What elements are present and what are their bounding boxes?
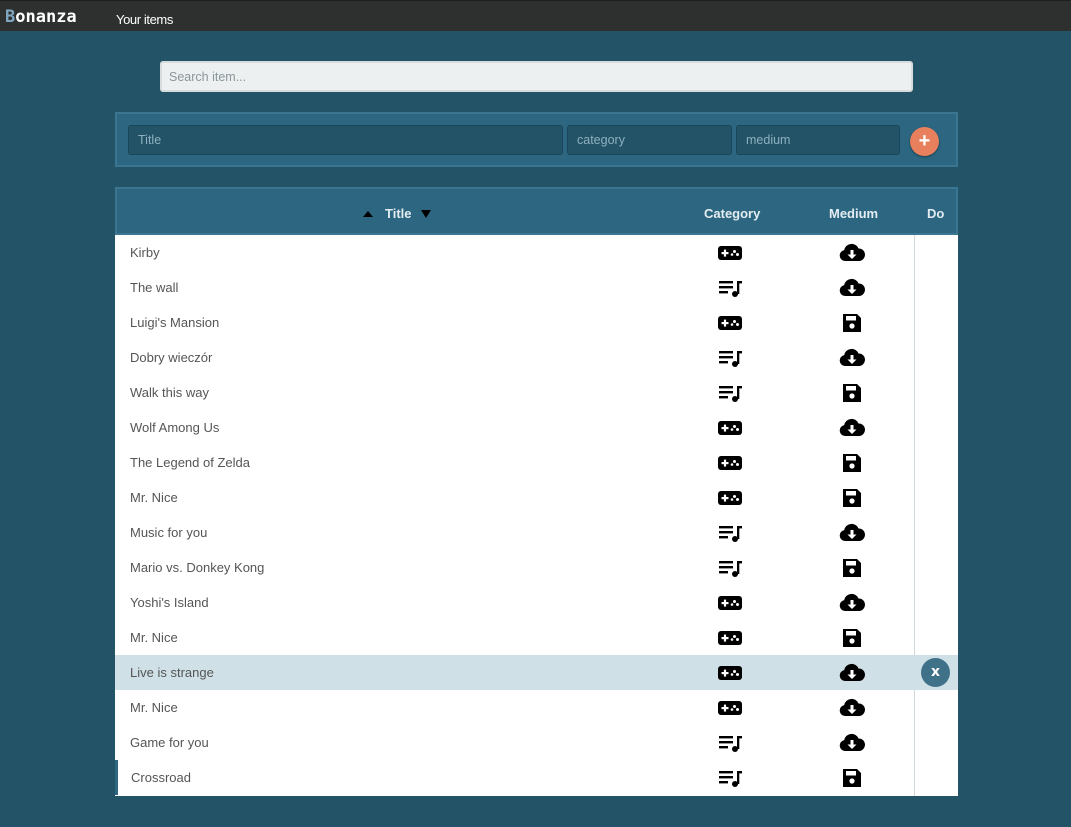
item-title: Mario vs. Donkey Kong (130, 560, 265, 575)
new-title-field[interactable] (128, 125, 563, 155)
table-row[interactable]: Music for you (115, 515, 958, 550)
floppy-disk-icon (839, 382, 865, 404)
floppy-disk-icon (839, 627, 865, 649)
music-playlist-icon (718, 384, 742, 402)
cloud-download-icon (839, 347, 866, 369)
item-title: The Legend of Zelda (130, 455, 250, 470)
top-bar: Bonanza Your items (0, 0, 1071, 31)
gamepad-icon (718, 594, 742, 612)
floppy-disk-icon (839, 312, 865, 334)
table-row[interactable]: The Legend of Zelda (115, 445, 958, 480)
music-playlist-icon (718, 734, 742, 752)
item-title: Yoshi's Island (130, 595, 209, 610)
table-row[interactable]: Yoshi's Island (115, 585, 958, 620)
table-row[interactable]: Mr. Nice (115, 620, 958, 655)
search-input[interactable] (160, 61, 913, 92)
gamepad-icon (718, 489, 742, 507)
table-row[interactable]: Kirby (115, 235, 958, 270)
medium-column-header[interactable]: Medium (829, 206, 878, 221)
table-body: Kirby The wall Luigi's Mansion Dobry wieczó… (115, 235, 958, 795)
floppy-disk-icon (839, 487, 865, 509)
cloud-download-icon (839, 697, 866, 719)
table-row[interactable]: Crossroad (115, 760, 958, 795)
music-playlist-icon (718, 769, 742, 787)
table-row[interactable]: Live is strange x (115, 655, 958, 690)
item-title: Mr. Nice (130, 630, 178, 645)
item-title: Wolf Among Us (130, 420, 220, 435)
music-playlist-icon (718, 524, 742, 542)
category-column-header[interactable]: Category (704, 206, 760, 221)
floppy-disk-icon (839, 767, 865, 789)
item-title: Music for you (130, 525, 208, 540)
sort-ascending-icon[interactable] (363, 210, 373, 217)
table-row[interactable]: Luigi's Mansion (115, 305, 958, 340)
floppy-disk-icon (839, 452, 865, 474)
item-title: Mr. Nice (130, 700, 178, 715)
table-row[interactable]: Dobry wieczór (115, 340, 958, 375)
item-title: Live is strange (130, 665, 214, 680)
title-column-header[interactable]: Title (363, 206, 431, 221)
gamepad-icon (718, 664, 742, 682)
item-title: Dobry wieczór (130, 350, 213, 365)
cloud-download-icon (839, 522, 866, 544)
table-row[interactable]: Mario vs. Donkey Kong (115, 550, 958, 585)
music-playlist-icon (718, 279, 742, 297)
table-row[interactable]: Mr. Nice (115, 690, 958, 725)
add-item-form: + (115, 112, 958, 167)
cloud-download-icon (839, 242, 866, 264)
cloud-download-icon (839, 417, 866, 439)
item-title: Crossroad (131, 770, 191, 785)
table-header: Title Category Medium Do (115, 187, 958, 235)
items-table: Title Category Medium Do Kirby The wall Lu… (115, 187, 958, 796)
add-item-button[interactable]: + (910, 127, 939, 156)
do-column-header: Do (927, 206, 945, 221)
table-row[interactable]: Wolf Among Us (115, 410, 958, 445)
item-title: Walk this way (130, 385, 209, 400)
floppy-disk-icon (839, 557, 865, 579)
cloud-download-icon (839, 592, 866, 614)
cloud-download-icon (839, 662, 866, 684)
gamepad-icon (718, 629, 742, 647)
delete-item-button[interactable]: x (921, 658, 950, 687)
gamepad-icon (718, 699, 742, 717)
item-title: Mr. Nice (130, 490, 178, 505)
nav-your-items[interactable]: Your items (116, 12, 173, 27)
item-title: Game for you (130, 735, 209, 750)
gamepad-icon (718, 244, 742, 262)
sort-descending-icon[interactable] (420, 209, 431, 218)
new-category-field[interactable] (567, 125, 732, 155)
cloud-download-icon (839, 277, 866, 299)
table-row[interactable]: Mr. Nice (115, 480, 958, 515)
table-row[interactable]: Game for you (115, 725, 958, 760)
table-row[interactable]: Walk this way (115, 375, 958, 410)
table-row[interactable]: The wall (115, 270, 958, 305)
gamepad-icon (718, 454, 742, 472)
music-playlist-icon (718, 349, 742, 367)
item-title: Kirby (130, 245, 160, 260)
title-header-label: Title (385, 206, 412, 221)
music-playlist-icon (718, 559, 742, 577)
cloud-download-icon (839, 732, 866, 754)
item-title: Luigi's Mansion (130, 315, 220, 330)
app-logo[interactable]: Bonanza (5, 7, 77, 27)
item-title: The wall (130, 280, 179, 295)
gamepad-icon (718, 314, 742, 332)
new-medium-field[interactable] (736, 125, 900, 155)
gamepad-icon (718, 419, 742, 437)
